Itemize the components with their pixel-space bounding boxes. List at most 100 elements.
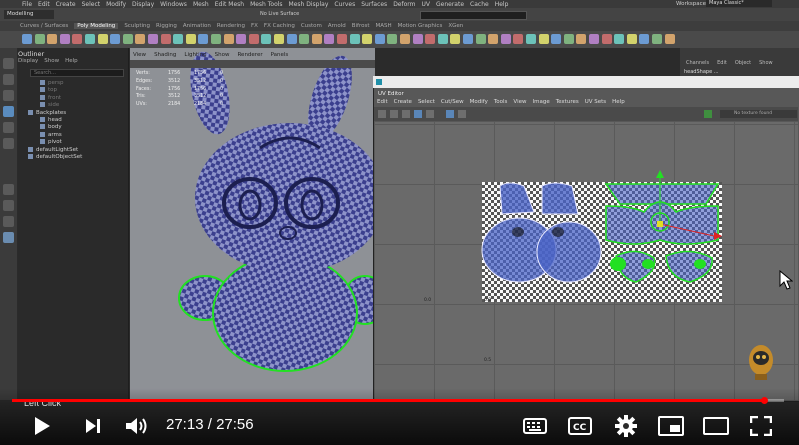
mode-select[interactable]: Modelling	[4, 10, 54, 19]
shelf-tab[interactable]: Bifrost	[352, 23, 370, 29]
shelf-tab[interactable]: FX Caching	[264, 23, 295, 29]
outliner-item[interactable]: front	[40, 94, 61, 101]
shelf-tool-icon[interactable]	[589, 34, 599, 44]
shelf-tool-icon[interactable]	[463, 34, 473, 44]
live-surface-field[interactable]: No Live Surface	[250, 10, 320, 19]
shelf-tab[interactable]: Rigging	[156, 23, 177, 29]
outliner-item[interactable]: top	[40, 87, 57, 93]
shelf-tab[interactable]: Animation	[183, 23, 211, 29]
shelf-tool-icon[interactable]	[34, 34, 45, 44]
menu-item[interactable]: Create	[56, 1, 76, 8]
shelf-tool-icon[interactable]	[148, 34, 158, 44]
paint-select-icon[interactable]	[3, 90, 14, 101]
theater-mode-button[interactable]	[703, 413, 729, 439]
uv-editor-menu-item[interactable]: Cut/Sew	[441, 99, 464, 105]
shelf-tool-icon[interactable]	[311, 34, 322, 44]
move-tool-icon[interactable]	[3, 106, 14, 117]
shelf-tool-icon[interactable]	[185, 34, 196, 44]
shelf-tool-icon[interactable]	[324, 34, 335, 44]
shelf-tab[interactable]: Arnold	[328, 23, 346, 29]
scale-tool-icon[interactable]	[3, 138, 14, 149]
shelf-tool-icon[interactable]	[475, 34, 486, 44]
shelf-tool-icon[interactable]	[526, 34, 536, 44]
uv-editor-menu-item[interactable]: Create	[394, 99, 412, 105]
shelf-tool-icon[interactable]	[652, 34, 662, 44]
layout-four-icon[interactable]	[3, 200, 14, 211]
checker-toggle-icon[interactable]	[704, 110, 712, 118]
shelf-tab[interactable]: FX	[251, 23, 258, 29]
shelf-tool-icon[interactable]	[626, 34, 637, 44]
uv-tool-icon[interactable]	[458, 110, 466, 118]
shelf-tool-icon[interactable]	[173, 34, 184, 44]
shelf-tool-icon[interactable]	[563, 34, 574, 44]
next-button[interactable]	[80, 413, 106, 439]
outliner-item[interactable]: persp	[40, 80, 64, 86]
lasso-tool-icon[interactable]	[3, 74, 14, 85]
menu-item[interactable]: Curves	[334, 1, 355, 8]
uv-tool-icon[interactable]	[378, 110, 386, 118]
shelf-tool-icon[interactable]	[538, 34, 549, 44]
uv-tool-icon[interactable]	[402, 110, 410, 118]
menu-item[interactable]: Mesh	[193, 1, 209, 8]
outliner-item[interactable]: defaultObjectSet	[28, 154, 82, 160]
uv-tool-icon[interactable]	[414, 110, 422, 118]
outliner-search-input[interactable]: Search...	[30, 69, 124, 77]
shelf-tool-icon[interactable]	[135, 34, 146, 44]
uv-editor-menu-item[interactable]: Help	[612, 99, 625, 105]
shelf-tool-icon[interactable]	[551, 34, 562, 44]
outliner-item[interactable]: body	[40, 124, 62, 130]
outliner-menu-item[interactable]: Show	[44, 58, 59, 64]
menu-item[interactable]: File	[22, 1, 32, 8]
outliner-menu-item[interactable]: Help	[65, 58, 78, 64]
mute-button[interactable]	[124, 413, 150, 439]
channel-box-menu-item[interactable]: Edit	[717, 60, 727, 66]
outliner-item[interactable]: head	[40, 117, 62, 123]
uv-editor-menu-item[interactable]: UV Sets	[585, 99, 606, 105]
shelf-tool-icon[interactable]	[299, 34, 310, 44]
outliner-menu-item[interactable]: Display	[18, 58, 38, 64]
shelf-tool-icon[interactable]	[59, 34, 70, 44]
rotate-tool-icon[interactable]	[3, 122, 14, 133]
uv-editor-menu-item[interactable]: Modify	[470, 99, 488, 105]
shelf-tool-icon[interactable]	[576, 34, 587, 44]
shelf-tab[interactable]: Motion Graphics	[398, 23, 443, 29]
menu-item[interactable]: Modify	[106, 1, 126, 8]
shelf-tool-icon[interactable]	[85, 34, 95, 44]
shelf-tool-icon[interactable]	[400, 34, 410, 44]
menu-item[interactable]: Help	[495, 1, 509, 8]
viewport-menu-item[interactable]: View	[133, 52, 146, 58]
viewport-menu-item[interactable]: Shading	[154, 52, 176, 58]
shelf-tool-icon[interactable]	[22, 34, 32, 44]
command-field[interactable]	[420, 11, 527, 20]
uv-tool-icon[interactable]	[390, 110, 398, 118]
channel-box-menu-item[interactable]: Object	[735, 60, 751, 66]
shelf-tool-icon[interactable]	[601, 34, 612, 44]
shelf-tool-icon[interactable]	[160, 34, 171, 44]
shelf-tool-icon[interactable]	[248, 34, 259, 44]
fullscreen-button[interactable]	[748, 413, 774, 439]
uv-editor-titlebar[interactable]	[373, 76, 799, 88]
channel-box-menu-item[interactable]: Show	[759, 60, 773, 66]
shelf-tool-icon[interactable]	[425, 34, 436, 44]
menu-item[interactable]: Mesh Tools	[250, 1, 282, 8]
shelf-tool-icon[interactable]	[72, 34, 83, 44]
shelf-tool-icon[interactable]	[362, 34, 373, 44]
outliner-item[interactable]: side	[40, 102, 59, 108]
shelf-tool-icon[interactable]	[337, 34, 347, 44]
settings-button[interactable]	[613, 413, 639, 439]
shelf-tab[interactable]: Custom	[301, 23, 322, 29]
shelf-tool-icon[interactable]	[387, 34, 398, 44]
layout-single-icon[interactable]	[3, 184, 14, 195]
viewport-menu-item[interactable]: Renderer	[237, 52, 262, 58]
shelf-tool-icon[interactable]	[500, 34, 511, 44]
shelf-tool-icon[interactable]	[198, 34, 209, 44]
shelf-tool-icon[interactable]	[274, 34, 284, 44]
shelf-tab[interactable]: Poly Modeling	[74, 23, 119, 29]
uv-shells[interactable]	[374, 122, 798, 400]
shelf-tool-icon[interactable]	[513, 34, 524, 44]
uv-editor-menu-item[interactable]: Textures	[556, 99, 579, 105]
uv-editor-menu-item[interactable]: Tools	[494, 99, 508, 105]
shelf-tool-icon[interactable]	[236, 34, 247, 44]
shelf-tab[interactable]: Sculpting	[124, 23, 150, 29]
menu-item[interactable]: Edit Mesh	[215, 1, 244, 8]
